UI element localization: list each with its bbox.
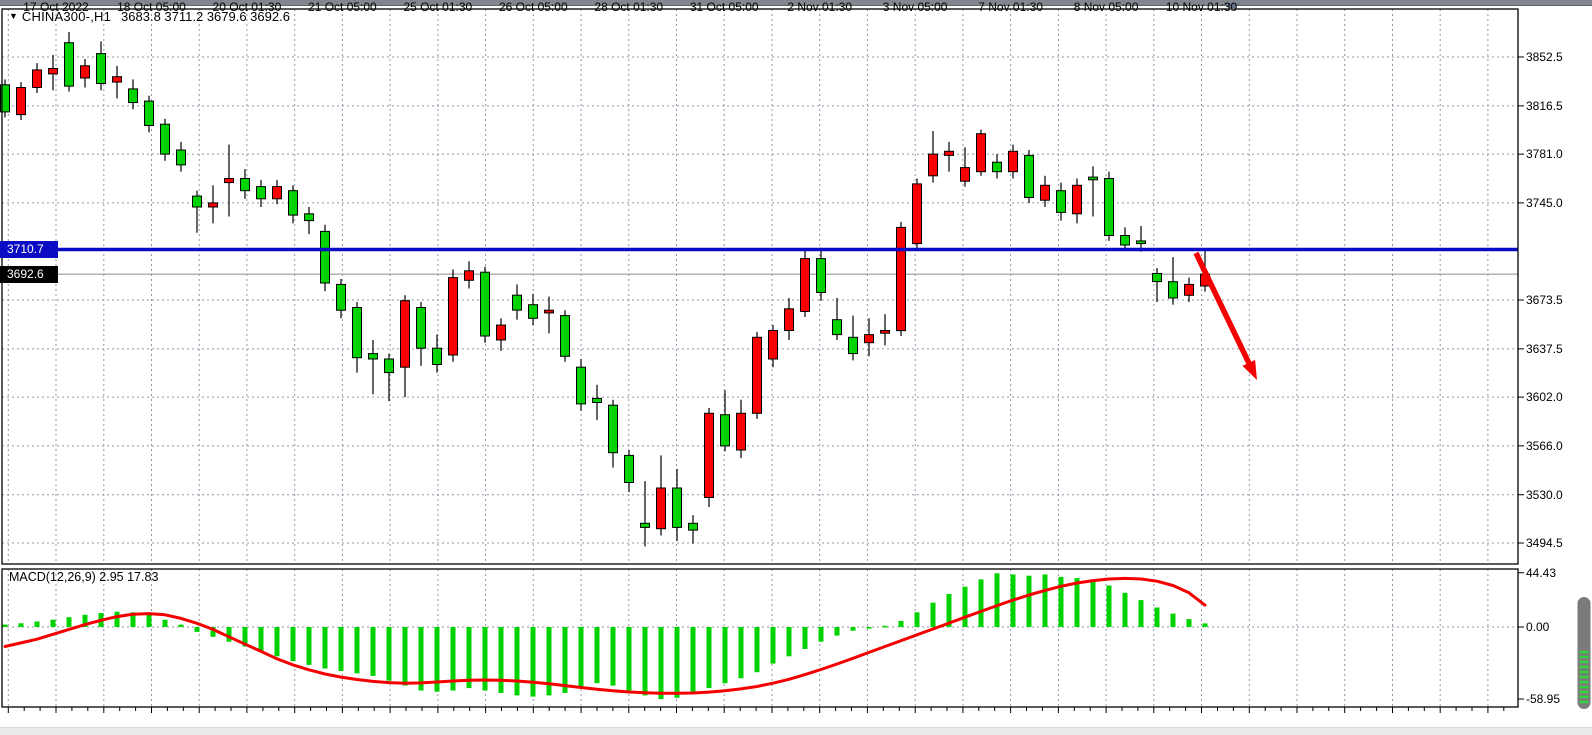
- price-axis-label: 3816.5: [1526, 98, 1563, 114]
- time-axis-label: 28 Oct 01:30: [581, 0, 677, 14]
- price-axis-label: 3852.5: [1526, 49, 1563, 65]
- last-price-badge: 3692.6: [0, 266, 58, 283]
- red-arrow-annotation: [1196, 253, 1257, 380]
- macd-signal-line: [5, 578, 1205, 693]
- chart-canvas[interactable]: [0, 0, 1592, 735]
- price-axis-label: 3602.0: [1526, 389, 1563, 405]
- price-axis-label: 3673.5: [1526, 292, 1563, 308]
- bottom-strip: [0, 727, 1592, 735]
- time-axis-label: 17 Oct 2022: [8, 0, 104, 14]
- time-axis-label: 25 Oct 01:30: [390, 0, 486, 14]
- candles-layer: [1, 32, 1210, 547]
- mt4-chart-window: { "window": { "dropdown_icon": "▼", "sym…: [0, 0, 1592, 735]
- time-axis-label: 8 Nov 05:00: [1058, 0, 1154, 14]
- macd-histogram-layer: [3, 573, 1208, 699]
- price-axis-label: 3530.0: [1526, 487, 1563, 503]
- time-axis-label: 20 Oct 01:30: [199, 0, 295, 14]
- time-axis-label: 21 Oct 05:00: [294, 0, 390, 14]
- time-axis-label: 26 Oct 05:00: [485, 0, 581, 14]
- time-axis-label: 2 Nov 01:30: [772, 0, 868, 14]
- price-axis-label: 3781.0: [1526, 146, 1563, 162]
- time-axis-label: 3 Nov 05:00: [867, 0, 963, 14]
- macd-axis-label: 0.00: [1526, 619, 1549, 635]
- time-axis-label: 10 Nov 01:30: [1154, 0, 1250, 14]
- hline-price-badge: 3710.7: [0, 241, 58, 258]
- macd-indicator-label: MACD(12,26,9) 2.95 17.83: [9, 570, 158, 584]
- price-axis-label: 3637.5: [1526, 341, 1563, 357]
- time-axis-label: 7 Nov 01:30: [963, 0, 1059, 14]
- time-axis-label: 18 Oct 05:00: [103, 0, 199, 14]
- scrollbar-thumb[interactable]: [1578, 597, 1591, 709]
- price-axis-label: 3494.5: [1526, 535, 1563, 551]
- price-axis-label: 3745.0: [1526, 195, 1563, 211]
- macd-axis-label: -58.95: [1526, 691, 1560, 707]
- price-axis-label: 3566.0: [1526, 438, 1563, 454]
- macd-axis-label: 44.43: [1526, 565, 1556, 581]
- time-axis-label: 31 Oct 05:00: [676, 0, 772, 14]
